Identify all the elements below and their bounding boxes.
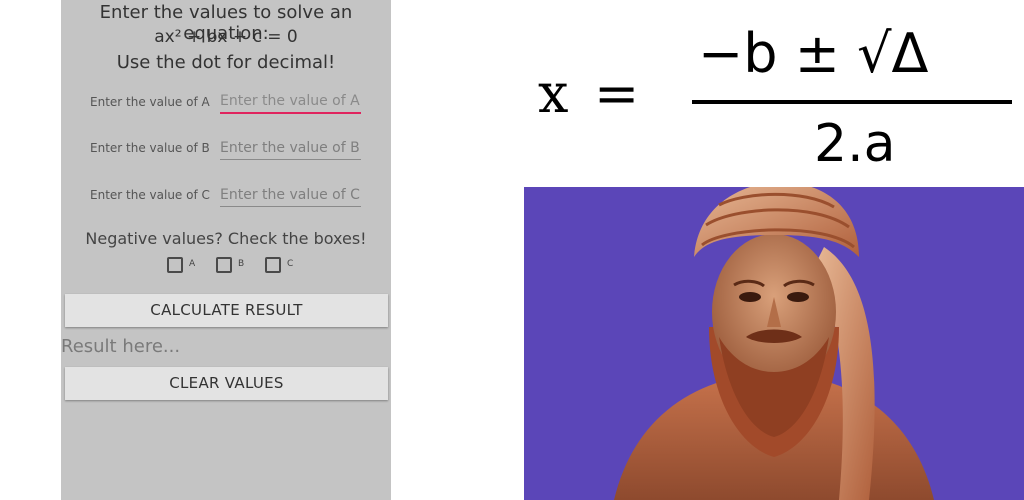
checkbox-c[interactable]	[265, 257, 281, 273]
quadratic-formula: x = −b ± √Δ 2.a	[524, 0, 1024, 187]
app-panel: Enter the values to solve an equation: a…	[61, 0, 391, 500]
checkbox-b-label: B	[238, 259, 245, 269]
decimal-hint: Use the dot for decimal!	[116, 52, 336, 73]
formula-lhs: x	[538, 62, 569, 125]
formula-equals: =	[594, 62, 640, 125]
result-text: Result here...	[61, 336, 181, 357]
field-row-a: Enter the value of A	[90, 90, 365, 116]
checkbox-a[interactable]	[167, 257, 183, 273]
field-c-label: Enter the value of C	[90, 188, 210, 202]
checkbox-b[interactable]	[216, 257, 232, 273]
field-b-label: Enter the value of B	[90, 141, 210, 155]
value-a-input[interactable]	[220, 90, 361, 114]
negative-checkboxes: A B C	[167, 257, 307, 273]
formula-denominator: 2.a	[814, 114, 896, 174]
field-row-b: Enter the value of B	[90, 136, 365, 162]
portrait-image	[524, 187, 1024, 500]
negative-values-prompt: Negative values? Check the boxes!	[85, 229, 367, 248]
clear-values-button[interactable]: CLEAR VALUES	[65, 367, 388, 400]
scholar-portrait-illustration	[614, 187, 934, 500]
equation-text: ax² + bx + c = 0	[154, 27, 298, 47]
field-a-label: Enter the value of A	[90, 95, 210, 109]
calculate-result-button[interactable]: CALCULATE RESULT	[65, 294, 388, 327]
fraction-bar	[692, 100, 1012, 104]
value-b-input[interactable]	[220, 136, 361, 160]
formula-numerator: −b ± √Δ	[698, 22, 929, 85]
value-c-input[interactable]	[220, 183, 361, 207]
checkbox-c-label: C	[287, 259, 294, 269]
field-row-c: Enter the value of C	[90, 183, 365, 209]
checkbox-a-label: A	[189, 259, 196, 269]
